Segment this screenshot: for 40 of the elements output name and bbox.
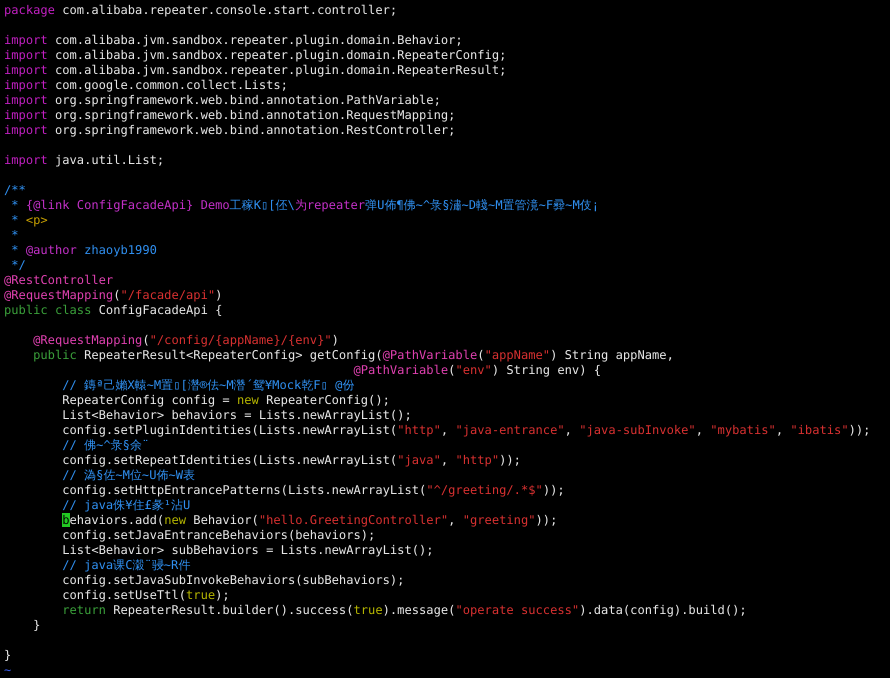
code-line: // 鏄ª己嬾X轅~M置▯[濳®佉~M濳´鸳¥Mock乾F▯ @份	[61, 378, 354, 393]
code-line: config.setRepeatIdentities(Lists.newArrayList("java", "http"));	[61, 453, 521, 468]
code-line: import java.util.List;	[4, 153, 164, 168]
code-line: /**	[4, 183, 26, 198]
code-line: import org.springframework.web.bind.annotation.PathVariable;	[4, 93, 441, 108]
code-line: @RestController	[4, 273, 114, 288]
code-line: config.setJavaSubInvokeBehaviors(subBehaviors);	[61, 573, 404, 588]
code-line: * @author zhaoyb1990	[10, 243, 157, 258]
code-line: config.setHttpEntrancePatterns(Lists.newArrayList("^/greeting/.*$"));	[61, 483, 565, 498]
code-line: public class ConfigFacadeApi {	[4, 303, 222, 318]
code-line: import com.google.common.collect.Lists;	[4, 78, 288, 93]
code-line: }	[4, 648, 12, 663]
code-line: import com.alibaba.jvm.sandbox.repeater.plugin.domain.Behavior;	[4, 33, 463, 48]
code-line: import com.alibaba.jvm.sandbox.repeater.plugin.domain.RepeaterResult;	[4, 63, 506, 78]
code-line: }	[32, 618, 40, 633]
code-line: RepeaterConfig config = new RepeaterConfig();	[61, 393, 390, 408]
code-line: * {@link ConfigFacadeApi} Demo工稼K▯[伾\为repeater弹U佈¶佛~^彔§潚~D輚~M置管滰~F彛~M伎¡	[10, 198, 600, 213]
code-line: config.setJavaEntranceBehaviors(behaviors);	[61, 528, 376, 543]
code-line: behaviors.add(new Behavior("hello.GreetingController", "greeting"));	[61, 513, 558, 528]
code-line: @RequestMapping("/facade/api")	[4, 288, 222, 303]
code-line: import com.alibaba.jvm.sandbox.repeater.plugin.domain.RepeaterConfig;	[4, 48, 506, 63]
code-line: import org.springframework.web.bind.annotation.RequestMapping;	[4, 108, 456, 123]
code-line: ~	[4, 663, 12, 678]
code-line: // java侏¥住£彖¹沾U	[61, 498, 190, 513]
code-line: */	[10, 258, 26, 273]
code-line: @RequestMapping("/config/{appName}/{env}")	[32, 333, 339, 348]
code-line: // 溈§佐~M位~U佈~W表	[61, 468, 196, 483]
code-line: config.setUseTtl(true);	[61, 588, 230, 603]
code-line: package com.alibaba.repeater.console.start.controller;	[4, 3, 398, 18]
code-line: // java课C濲¨骎~R件	[61, 558, 190, 573]
code-line: public RepeaterResult<RepeaterConfig> getConfig(@PathVariable("appName") String appName,	[32, 348, 674, 363]
code-line: return RepeaterResult.builder().success(true).message("operate success").data(config).build();	[61, 603, 747, 618]
code-line: config.setPluginIdentities(Lists.newArrayList("http", "java-entrance", "java-subInvoke", "mybatis", "ibatis"));	[61, 423, 870, 438]
code-line: import org.springframework.web.bind.annotation.RestController;	[4, 123, 456, 138]
code-line: * <p>	[10, 213, 48, 228]
code-line: *	[10, 228, 19, 243]
code-line: // 佛~^彔§余¨	[61, 438, 150, 453]
code-line: List<Behavior> subBehaviors = Lists.newArrayList();	[61, 543, 434, 558]
code-line: List<Behavior> behaviors = Lists.newArrayList();	[61, 408, 412, 423]
code-line: @PathVariable("env") String env) {	[352, 363, 602, 378]
